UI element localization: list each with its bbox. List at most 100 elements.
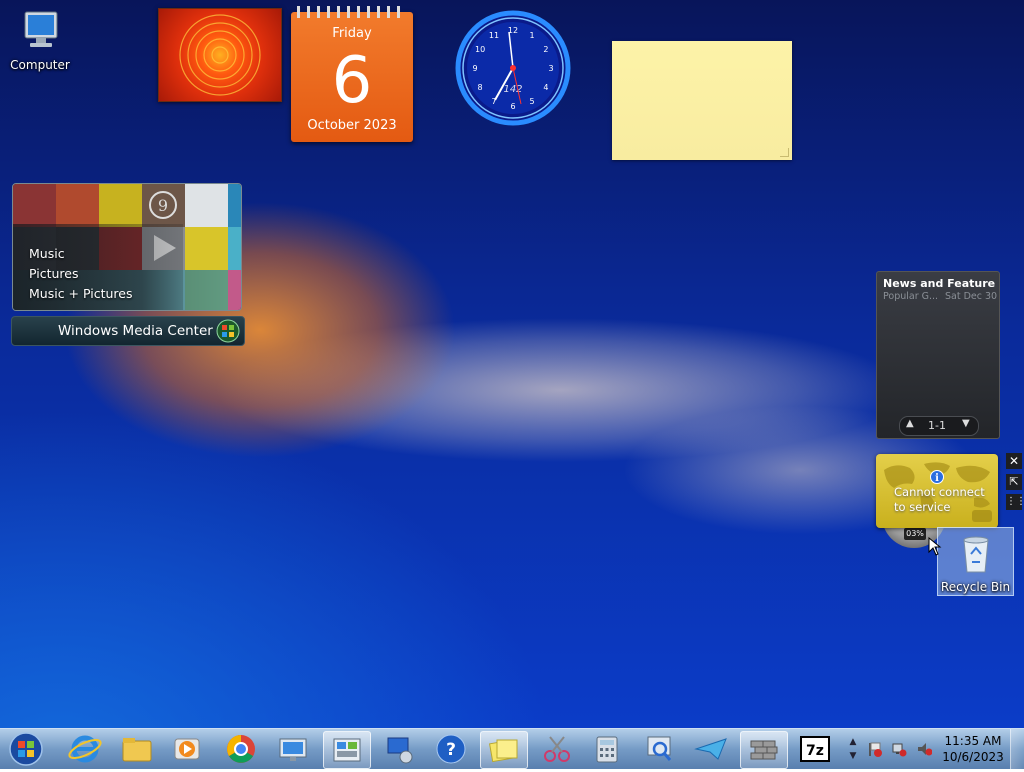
media-tile[interactable] (185, 184, 228, 227)
taskbar-network[interactable] (376, 731, 422, 767)
news-headline[interactable]: News and Features f... (883, 277, 995, 290)
media-center-brand-suffix: Media Center (118, 323, 213, 339)
paper-plane-icon (694, 738, 727, 760)
weather-error-line2: to service (894, 500, 951, 514)
media-tile[interactable] (228, 270, 241, 310)
taskbar-control-panel[interactable] (323, 731, 371, 769)
desktop[interactable]: Computer Friday 6 October 2023 12 1 2 3 4 5 6 7… (0, 0, 1024, 728)
taskbar-media-player[interactable] (164, 731, 210, 767)
taskbar-internet-explorer[interactable] (62, 731, 108, 767)
media-item-music-pictures[interactable]: Music + Pictures (29, 286, 133, 301)
start-orb-icon (9, 732, 43, 766)
media-center-launch-bar[interactable]: Windows Media Center (11, 316, 245, 346)
gadget-size-button[interactable]: ⇱ (1006, 474, 1022, 490)
internet-explorer-icon (68, 735, 102, 763)
media-tile[interactable] (228, 184, 241, 227)
previous-arrow-icon[interactable]: ▲ (906, 418, 914, 429)
taskbar-date: 10/6/2023 (942, 750, 1004, 764)
taskbar-help[interactable]: ? (428, 731, 474, 767)
gadget-close-button[interactable]: ✕ (1006, 453, 1022, 469)
media-tile[interactable] (56, 184, 99, 227)
recycle-bin-desktop-icon[interactable]: Recycle Bin (937, 527, 1014, 596)
news-pager: ▲ 1-1 ▼ (899, 416, 979, 436)
show-hidden-icons-button[interactable]: ▲ ▼ (846, 735, 860, 763)
news-date: Sat Dec 30 (945, 291, 998, 302)
weather-error-message: Cannot connect to service (894, 485, 985, 515)
clock-numeral: 4 (543, 83, 548, 92)
action-center-flag-icon[interactable] (866, 741, 882, 757)
calendar-gadget[interactable]: Friday 6 October 2023 (291, 6, 413, 142)
news-page-indicator: 1-1 (928, 419, 946, 432)
taskbar-time: 11:35 AM (944, 734, 1002, 748)
media-tile[interactable] (228, 227, 241, 270)
computer-desktop-icon[interactable]: Computer (8, 6, 72, 76)
show-desktop-button[interactable] (1010, 729, 1024, 769)
media-item-pictures[interactable]: Pictures (29, 266, 79, 281)
start-button[interactable] (2, 731, 50, 767)
taskbar-firewall[interactable] (740, 731, 788, 769)
taskbar-file-explorer[interactable] (114, 731, 160, 767)
taskbar-7zip[interactable]: 7z (792, 731, 838, 767)
remote-desktop-icon (279, 738, 307, 761)
clock-text: 142 (503, 84, 522, 95)
control-panel-icon (333, 738, 361, 762)
media-center-gadget[interactable]: 9 Music Pictures Music + Pictures (12, 183, 242, 311)
media-tile[interactable] (185, 227, 228, 270)
network-tray-icon[interactable] (891, 741, 907, 757)
clock-gadget[interactable]: 12 1 2 3 4 5 6 7 8 9 10 11 142 (455, 10, 571, 126)
windows-orb-icon (216, 319, 240, 343)
flower-photo (179, 14, 261, 96)
weather-gadget[interactable]: i Cannot connect to service (876, 454, 998, 528)
clock-numeral: 6 (510, 102, 515, 111)
calendar-month-year: October 2023 (307, 118, 397, 133)
news-feed-gadget[interactable]: News and Features f... Popular G... Sat … (876, 271, 1000, 439)
media-tile[interactable] (185, 270, 228, 310)
sticky-notes-icon (489, 739, 518, 763)
taskbar-sticky-notes[interactable] (480, 731, 528, 769)
calculator-icon (596, 736, 618, 763)
taskbar-remote-desktop[interactable] (270, 731, 316, 767)
next-arrow-icon[interactable]: ▼ (962, 418, 970, 429)
svg-text:i: i (935, 473, 939, 484)
media-center-brand: Windows (58, 323, 119, 339)
clock-numeral: 2 (543, 45, 548, 54)
media-tile[interactable] (99, 184, 142, 227)
recycle-bin-icon (963, 536, 989, 573)
calendar-date: 6 (331, 44, 373, 118)
chrome-icon (227, 735, 255, 763)
news-source: Popular G... (883, 291, 939, 302)
taskbar: ? 7z ▲ ▼ 11:35 AM 10/6/2023 (0, 728, 1024, 769)
svg-text:7z: 7z (806, 743, 824, 759)
gadget-drag-handle[interactable]: ⋮⋮ (1006, 494, 1024, 510)
slideshow-gadget[interactable] (158, 8, 282, 102)
sticky-resize-handle[interactable] (780, 148, 789, 157)
clock-face: 121234567891011 142 (455, 10, 571, 126)
media-tile[interactable] (13, 184, 56, 227)
file-explorer-icon (122, 738, 152, 762)
media-tile[interactable]: 9 (142, 184, 185, 227)
volume-muted-icon[interactable] (916, 741, 932, 757)
sticky-note-gadget[interactable] (612, 41, 792, 160)
media-item-music[interactable]: Music (29, 246, 65, 261)
network-icon (387, 737, 413, 764)
clock-numeral: 5 (529, 97, 534, 106)
media-tile-number-icon: 9 (149, 191, 177, 219)
taskbar-search[interactable] (636, 731, 682, 767)
taskbar-clock[interactable]: 11:35 AM 10/6/2023 (940, 733, 1006, 765)
calendar-rings (297, 6, 407, 18)
taskbar-snipping-tool[interactable] (534, 731, 580, 767)
computer-label: Computer (10, 58, 70, 72)
svg-text:?: ? (446, 740, 456, 760)
7zip-icon: 7z (800, 736, 830, 762)
calendar-day: Friday (332, 26, 372, 41)
taskbar-calculator[interactable] (584, 731, 630, 767)
weather-error-line1: Cannot connect (894, 485, 985, 499)
recycle-bin-label: Recycle Bin (940, 580, 1011, 594)
help-icon: ? (436, 734, 466, 764)
computer-icon (24, 11, 58, 47)
clock-numeral: 10 (475, 45, 485, 54)
taskbar-chrome[interactable] (218, 731, 264, 767)
clock-numeral: 8 (478, 83, 483, 92)
media-player-icon (174, 738, 200, 760)
taskbar-paper-plane[interactable] (688, 731, 734, 767)
